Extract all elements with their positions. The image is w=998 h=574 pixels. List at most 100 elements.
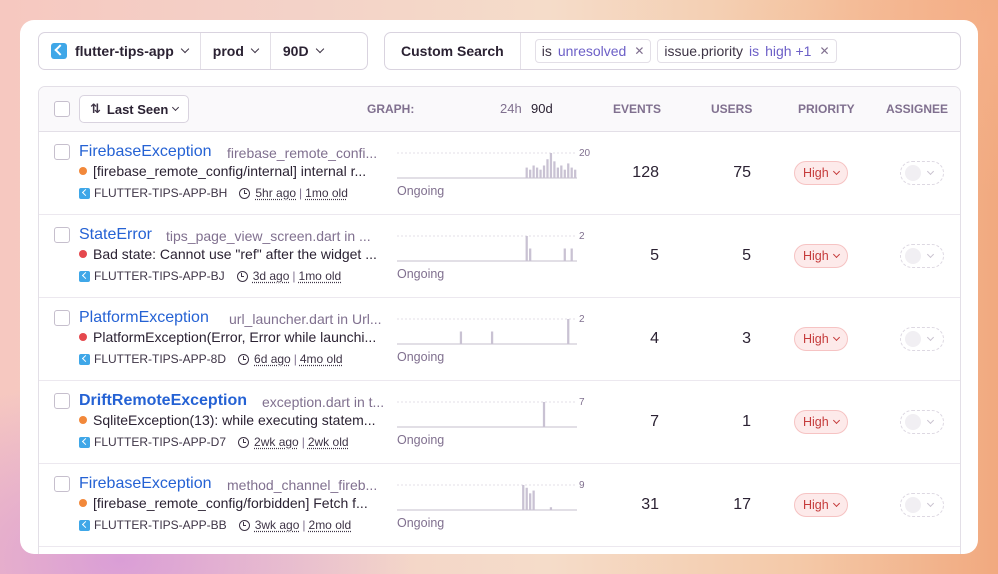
user-count: 5 [742, 247, 751, 264]
sort-label: Last Seen [106, 101, 169, 117]
issue-meta: FLUTTER-TIPS-APP-BH 5hr ago | 1mo old [79, 186, 348, 200]
graph-max-label: 7 [579, 397, 585, 408]
issue-meta: FLUTTER-TIPS-APP-BB 3wk ago | 2mo old [79, 518, 351, 532]
priority-badge[interactable]: High [794, 327, 848, 351]
issue-title[interactable]: DriftRemoteException [79, 392, 247, 410]
issue-status: Ongoing [397, 184, 445, 198]
last-seen: 6d ago [254, 352, 291, 366]
issue-short-id[interactable]: FLUTTER-TIPS-APP-BB [94, 518, 227, 532]
meta-separator: | [299, 186, 303, 200]
issue-message-text: SqliteException(13): while executing sta… [93, 412, 376, 428]
remove-token-icon[interactable]: ✕ [819, 44, 829, 58]
remove-token-icon[interactable]: ✕ [634, 44, 644, 58]
assignee-selector[interactable] [900, 327, 944, 351]
level-indicator [79, 416, 87, 424]
issue-short-id[interactable]: FLUTTER-TIPS-APP-8D [94, 352, 226, 366]
period-selector[interactable]: 90D [269, 33, 335, 69]
row-checkbox[interactable] [54, 144, 70, 160]
user-count: 75 [733, 164, 751, 181]
users-header[interactable]: USERS [711, 102, 752, 116]
event-graph: 9 [397, 480, 585, 511]
event-count: 31 [641, 496, 659, 513]
table-row[interactable]: FirebaseException firebase_remote_confi.… [39, 132, 960, 215]
flutter-logo-icon [79, 270, 90, 282]
assignee-selector[interactable] [900, 410, 944, 434]
meta-separator: | [302, 518, 306, 532]
priority-badge[interactable]: High [794, 161, 848, 185]
user-count: 3 [742, 330, 751, 347]
graph-bar [525, 236, 528, 261]
issue-title[interactable]: FirebaseException [79, 143, 212, 161]
issue-title[interactable]: FirebaseException [79, 475, 212, 493]
graph-bar [522, 485, 525, 510]
priority-label: High [803, 498, 829, 512]
table-header: ⇅ Last Seen GRAPH: 24h 90d EVENTS USERS … [39, 87, 960, 132]
search-token-priority[interactable]: issue.priority is high +1 ✕ [657, 39, 837, 63]
assignee-header[interactable]: ASSIGNEE [886, 102, 948, 116]
unassigned-avatar-icon [905, 497, 921, 513]
graph-bar [490, 331, 494, 344]
issue-title[interactable]: StateError [79, 226, 152, 244]
issue-culprit: firebase_remote_confi... [227, 145, 378, 161]
table-row[interactable]: FirebaseException method_channel_fireb..… [39, 464, 960, 547]
project-selector[interactable]: flutter-tips-app [39, 33, 200, 69]
graph-bar [532, 165, 535, 178]
issue-meta: FLUTTER-TIPS-APP-BJ 3d ago | 1mo old [79, 269, 341, 283]
meta-separator: | [293, 352, 297, 366]
issue-message: PlatformException(Error, Error while lau… [79, 329, 391, 345]
issue-status: Ongoing [397, 516, 445, 530]
table-row[interactable]: DriftRemoteException exception.dart in t… [39, 381, 960, 464]
graph-max-label: 20 [579, 148, 591, 159]
events-header[interactable]: EVENTS [613, 102, 661, 116]
issue-message-text: [firebase_remote_config/forbidden] Fetch… [93, 495, 368, 511]
graph-bars [525, 153, 577, 178]
issue-title[interactable]: PlatformException [79, 309, 209, 327]
user-count: 17 [733, 496, 751, 513]
token-value: unresolved [557, 43, 627, 59]
row-checkbox[interactable] [54, 310, 70, 326]
priority-badge[interactable]: High [794, 410, 848, 434]
issue-short-id[interactable]: FLUTTER-TIPS-APP-BH [94, 186, 227, 200]
priority-badge[interactable]: High [794, 244, 848, 268]
flutter-logo-icon [79, 187, 90, 199]
event-graph: 2 [397, 231, 585, 262]
graph-period-90d[interactable]: 90d [531, 101, 553, 116]
priority-badge[interactable]: High [794, 493, 848, 517]
table-row[interactable]: PlatformException url_launcher.dart in U… [39, 298, 960, 381]
sort-dropdown[interactable]: ⇅ Last Seen [79, 95, 190, 123]
unassigned-avatar-icon [905, 248, 921, 264]
issue-search-bar[interactable]: Custom Search is unresolved ✕ issue.prio… [384, 32, 961, 70]
graph-bar [553, 161, 556, 178]
period-label: 90D [282, 43, 309, 59]
graph-bar [567, 319, 570, 344]
first-seen: 4mo old [299, 352, 343, 366]
row-checkbox[interactable] [54, 227, 70, 243]
priority-label: High [803, 332, 829, 346]
last-seen: 3wk ago [254, 518, 300, 532]
custom-search-button[interactable]: Custom Search [385, 33, 521, 69]
flutter-logo-icon [51, 43, 67, 59]
graph-bar [570, 248, 573, 261]
issue-short-id[interactable]: FLUTTER-TIPS-APP-D7 [94, 435, 226, 449]
row-checkbox[interactable] [54, 476, 70, 492]
search-token-status[interactable]: is unresolved ✕ [534, 39, 652, 63]
assignee-selector[interactable] [900, 161, 944, 185]
environment-selector[interactable]: prod [199, 33, 270, 69]
chevron-down-icon [926, 416, 935, 424]
issues-panel: flutter-tips-app prod 90D Custom Search … [20, 20, 978, 554]
sort-arrows-icon: ⇅ [90, 101, 101, 116]
unassigned-avatar-icon [905, 331, 921, 347]
graph-bar [549, 507, 553, 510]
select-all-checkbox[interactable] [54, 101, 70, 117]
table-row[interactable]: StateError tips_page_view_screen.dart in… [39, 215, 960, 298]
meta-separator: | [292, 269, 296, 283]
issue-short-id[interactable]: FLUTTER-TIPS-APP-BJ [94, 269, 225, 283]
row-checkbox[interactable] [54, 393, 70, 409]
graph-period-24h[interactable]: 24h [500, 101, 522, 116]
assignee-selector[interactable] [900, 244, 944, 268]
assignee-selector[interactable] [900, 493, 944, 517]
priority-header[interactable]: PRIORITY [798, 102, 855, 116]
token-key: issue.priority [664, 43, 743, 59]
issue-meta: FLUTTER-TIPS-APP-D7 2wk ago | 2wk old [79, 435, 349, 449]
graph-bar [567, 163, 570, 178]
